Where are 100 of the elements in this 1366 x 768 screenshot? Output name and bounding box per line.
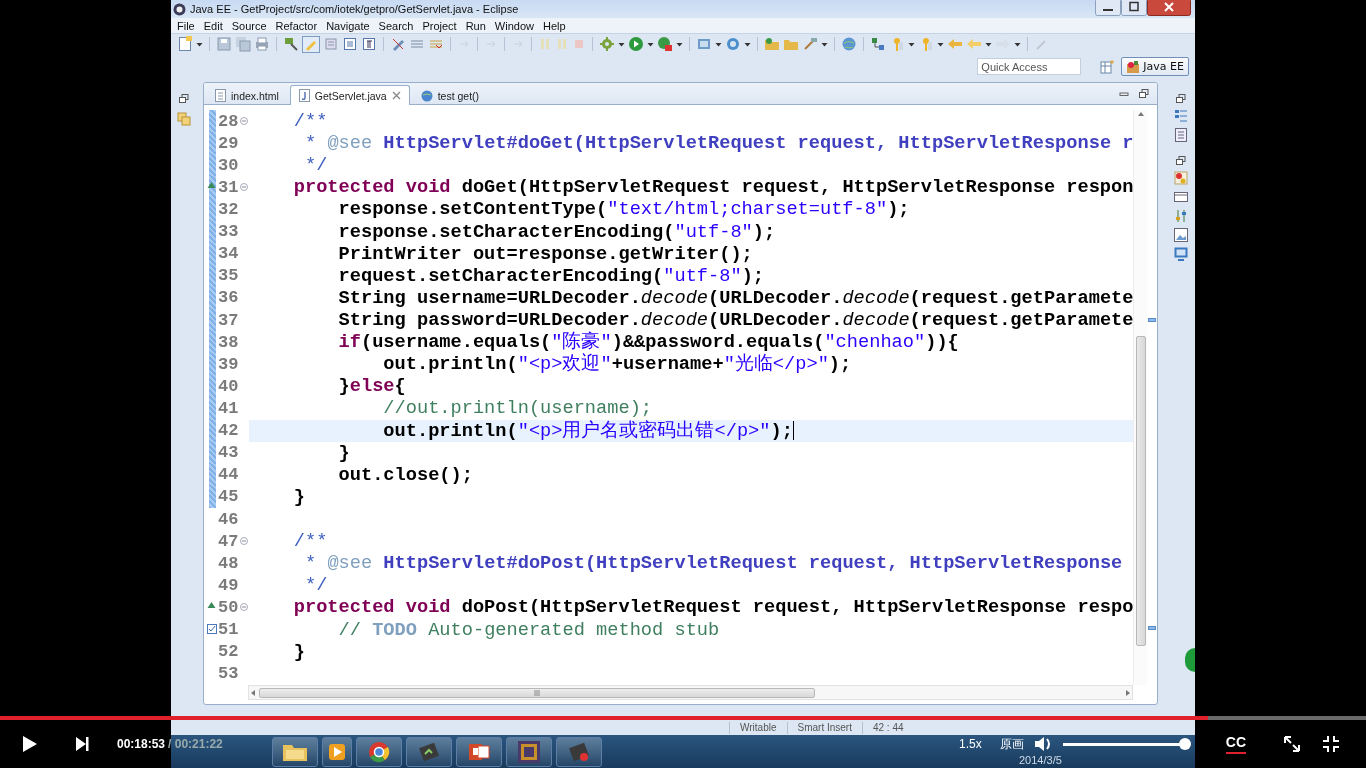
restore-icon[interactable] xyxy=(1139,88,1149,99)
monitor-icon[interactable] xyxy=(1174,247,1188,261)
code-line: protected void doPost(HttpServletRequest request, HttpServletResponse respo xyxy=(292,596,1134,619)
shapes-icon[interactable] xyxy=(1174,171,1188,185)
vertical-scrollbar[interactable] xyxy=(1133,110,1147,685)
taskbar-button[interactable] xyxy=(322,736,352,767)
app-icon xyxy=(173,2,186,16)
taskbar-button[interactable] xyxy=(356,736,402,767)
line-number: 48 xyxy=(218,553,239,573)
menu-item[interactable]: Project xyxy=(422,19,457,32)
code-line: /** xyxy=(292,530,328,553)
captions-button[interactable]: CC xyxy=(1225,734,1246,754)
restore-icon[interactable] xyxy=(1176,156,1186,166)
menu-item[interactable]: Source xyxy=(231,19,267,32)
box-icon xyxy=(517,739,541,764)
minimize-icon[interactable] xyxy=(1119,89,1129,98)
menu-item[interactable]: Search xyxy=(378,19,414,32)
java-file-icon xyxy=(298,89,310,102)
collapse-icon[interactable] xyxy=(240,117,248,126)
exit-fullscreen-icon[interactable] xyxy=(1322,735,1340,753)
code-line: //out.println(username); xyxy=(382,397,653,420)
code-line: response.setContentType("text/html;charset=utf-8"); xyxy=(337,198,910,221)
menu-item[interactable]: Help xyxy=(543,19,566,32)
code-line: response.setCharacterEncoding("utf-8"); xyxy=(337,220,776,243)
next-icon[interactable] xyxy=(75,736,89,752)
taskbar-button[interactable] xyxy=(272,736,318,767)
menu-item[interactable]: Navigate xyxy=(326,19,370,32)
play-icon[interactable] xyxy=(22,735,38,753)
maximize-button[interactable] xyxy=(1121,0,1147,16)
line-number: 30 xyxy=(218,155,239,175)
taskbar-date: 2014/3/5 xyxy=(1019,754,1062,766)
editor-tab[interactable]: GetServlet.java xyxy=(289,85,410,105)
perspective-button[interactable]: Java EE xyxy=(1121,57,1189,76)
browser-icon xyxy=(368,740,390,763)
code-line: * @see HttpServlet#doGet(HttpServletRequest request, HttpServletResponse r xyxy=(303,132,1134,155)
minimize-button[interactable] xyxy=(1095,0,1121,16)
code-line: out.println("<p>用户名或密码出错</p>"); xyxy=(382,419,793,442)
quality-button[interactable]: 原画 xyxy=(999,735,1024,753)
image-icon[interactable] xyxy=(1174,228,1188,242)
close-icon[interactable] xyxy=(391,91,401,100)
code-line: * @see HttpServlet#doPost(HttpServletRequest request, HttpServletResponse xyxy=(303,552,1123,575)
restore-icon[interactable] xyxy=(179,94,189,104)
grip-icon xyxy=(534,689,540,696)
document-icon[interactable] xyxy=(177,34,193,53)
line-number: 37 xyxy=(218,310,239,330)
scroll-right-icon[interactable] xyxy=(1124,688,1132,697)
menu-item[interactable]: Run xyxy=(465,19,486,32)
code-line: out.close(); xyxy=(337,463,473,486)
brush-icon[interactable] xyxy=(302,34,320,53)
code-line: out.println("<p>欢迎"+username+"光临</p>"); xyxy=(382,353,852,376)
line-number: 38 xyxy=(218,332,239,352)
window-title: Java EE - GetProject/src/com/iotek/getpro/GetServlet.java - Eclipse xyxy=(190,3,519,15)
menu-item[interactable]: Refactor xyxy=(275,19,318,32)
editor-tab[interactable]: index.html xyxy=(206,86,288,104)
status-text: Writable xyxy=(729,722,787,734)
save-icon[interactable] xyxy=(216,34,232,53)
menu-item[interactable]: Edit xyxy=(203,19,223,32)
print-icon[interactable] xyxy=(254,34,270,53)
text-cursor xyxy=(792,421,795,441)
line-number: 32 xyxy=(218,200,239,219)
play-icon xyxy=(328,742,346,761)
status-text: 42 : 44 xyxy=(861,722,914,734)
line-number: 40 xyxy=(218,376,239,396)
outline-icon[interactable] xyxy=(1174,109,1188,123)
taskbar-button[interactable] xyxy=(456,736,502,767)
restore-icon[interactable] xyxy=(1176,94,1186,104)
menu-item[interactable]: Window xyxy=(494,19,534,32)
window-icon[interactable] xyxy=(1174,190,1188,204)
code-line: if(username.equals("陈豪")&&password.equals("chenhao")){ xyxy=(337,331,959,354)
code-line: */ xyxy=(303,154,328,177)
line-number: 50 xyxy=(218,597,239,617)
close-button[interactable] xyxy=(1147,0,1191,16)
horizontal-scrollbar[interactable] xyxy=(248,685,1133,700)
collapse-icon[interactable] xyxy=(240,537,248,546)
quick-access-field[interactable]: Quick Access xyxy=(977,58,1082,75)
code-line: String password=URLDecoder.decode(URLDecoder.decode(request.getParamete xyxy=(337,309,1134,332)
open-perspective-icon[interactable] xyxy=(1099,58,1116,75)
expand-icon[interactable] xyxy=(1283,735,1301,753)
scroll-up-icon[interactable] xyxy=(1136,110,1145,118)
collapse-icon[interactable] xyxy=(240,183,248,192)
document-icon[interactable] xyxy=(1175,128,1187,142)
window-icon xyxy=(419,741,439,762)
line-number: 49 xyxy=(218,575,239,595)
total-time: / 00:21:22 xyxy=(168,737,223,751)
speed-button[interactable]: 1.5x xyxy=(959,737,982,751)
editor-tab[interactable]: test get() xyxy=(411,86,489,104)
package-icon[interactable] xyxy=(177,112,191,126)
code-line: /** xyxy=(292,110,328,133)
overview-marker[interactable] xyxy=(1148,318,1156,322)
line-number: 45 xyxy=(218,487,239,507)
scroll-left-icon[interactable] xyxy=(249,688,257,697)
code-line: request.setCharacterEncoding("utf-8"); xyxy=(337,264,765,287)
code-line: }else{ xyxy=(337,375,406,398)
collapse-icon[interactable] xyxy=(240,603,248,612)
sliders-icon[interactable] xyxy=(1174,209,1188,223)
code-line: } xyxy=(292,485,305,508)
line-number: 44 xyxy=(218,465,239,485)
overview-marker[interactable] xyxy=(1148,626,1156,630)
menu-item[interactable]: File xyxy=(177,19,195,32)
line-number: 42 xyxy=(218,421,239,441)
